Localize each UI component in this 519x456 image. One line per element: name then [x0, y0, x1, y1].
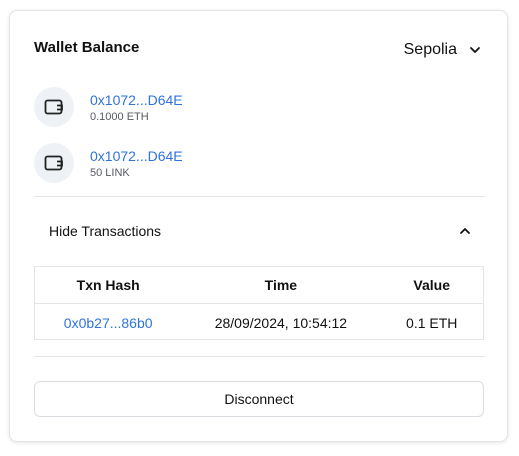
wallet-title: Wallet Balance [34, 39, 140, 56]
account-item: 0x1072...D64E 0.1000 ETH [34, 87, 183, 127]
wallet-icon [34, 143, 74, 183]
column-header-value: Value [413, 277, 451, 293]
txn-time: 28/09/2024, 10:54:12 [214, 314, 348, 331]
txn-value: 0.1 ETH [406, 314, 458, 331]
column-header-txn-hash: Txn Hash [76, 277, 140, 293]
account-balance: 0.1000 ETH [90, 110, 149, 123]
toggle-transactions-button[interactable]: Hide Transactions [34, 215, 485, 247]
column-header-time: Time [264, 277, 298, 293]
chevron-up-icon [460, 228, 470, 234]
network-selector[interactable]: Sepolia [404, 41, 481, 59]
wallet-card: Wallet Balance Sepolia 0x1072...D64E 0.1… [9, 10, 508, 442]
disconnect-button[interactable]: Disconnect [34, 381, 484, 417]
account-balance: 50 LINK [90, 166, 130, 179]
divider [34, 356, 485, 357]
account-address-link[interactable]: 0x1072...D64E [90, 92, 183, 108]
divider [34, 196, 485, 197]
toggle-transactions-label: Hide Transactions [49, 223, 162, 239]
account-item: 0x1072...D64E 50 LINK [34, 143, 183, 183]
txn-hash-link[interactable]: 0x0b27...86b0 [64, 315, 153, 331]
table-header-row: Txn Hash Time Value [35, 267, 483, 304]
network-label: Sepolia [403, 41, 457, 58]
transactions-table: Txn Hash Time Value 0x0b27...86b0 28/09/… [34, 266, 484, 340]
chevron-down-icon [470, 47, 480, 53]
table-row: 0x0b27...86b0 28/09/2024, 10:54:12 0.1 E… [35, 304, 483, 341]
account-address-link[interactable]: 0x1072...D64E [90, 148, 183, 164]
wallet-icon [34, 87, 74, 127]
